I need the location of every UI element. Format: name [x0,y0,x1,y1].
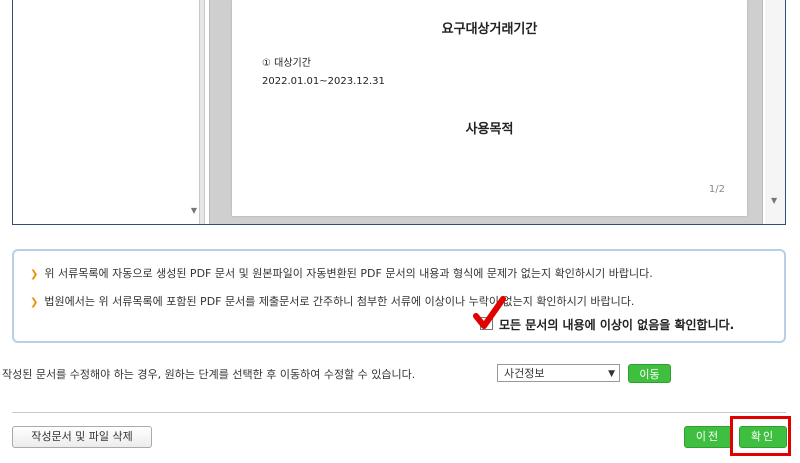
document-list-panel[interactable]: ▼ [13,0,199,224]
period-value: 2022.01.01~2023.12.31 [262,76,385,87]
scroll-down-arrow-icon[interactable]: ▼ [771,196,777,205]
confirm-checkbox-row[interactable]: 모든 문서의 내용에 이상이 없음을 확인합니다. [473,296,734,333]
move-button[interactable]: 이동 [628,364,671,383]
confirm-checkbox-label[interactable]: 모든 문서의 내용에 이상이 없음을 확인합니다. [499,318,734,332]
delete-documents-button[interactable]: 작성문서 및 파일 삭제 [12,426,152,448]
red-checkmark-icon [473,296,506,329]
panel-splitter[interactable] [199,0,205,224]
edit-instruction: 작성된 문서를 수정해야 하는 경우, 원하는 단계를 선택한 후 이동하여 수… [2,368,416,381]
confirm-checkbox[interactable] [473,296,506,330]
chevron-down-icon: ❯ [30,297,39,308]
viewer-scrollbar[interactable]: ▼ [765,0,785,224]
footer-divider [12,412,786,413]
pdf-page: 요구대상거래기간 ① 대상기간 2022.01.01~2023.12.31 사용… [232,0,747,216]
heading-transaction-period: 요구대상거래기간 [441,22,538,37]
step-select[interactable]: 사건정보 ▼ [497,364,620,382]
step-select-value: 사건정보 [504,367,545,380]
period-item-label: ① 대상기간 [262,58,311,69]
notice-text-2: 법원에서는 위 서류목록에 포함된 PDF 문서를 제출문서로 간주하니 첨부한… [44,295,635,308]
page-indicator: 1/2 [708,184,725,195]
previous-button[interactable]: 이전 [684,426,732,448]
notice-line-1: ❯ 위 서류목록에 자동으로 생성된 PDF 문서 및 원본파일이 자동변환된 P… [30,265,653,281]
notice-line-2: ❯ 법원에서는 위 서류목록에 포함된 PDF 문서를 제출문서로 간주하니 첨부… [30,293,634,309]
notice-text-1: 위 서류목록에 자동으로 생성된 PDF 문서 및 원본파일이 자동변환된 PD… [44,267,653,280]
scroll-down-arrow-icon[interactable]: ▼ [189,206,199,216]
confirm-button[interactable]: 확인 [739,426,787,448]
document-preview-frame: ▼ 요구대상거래기간 ① 대상기간 2022.01.01~2023.12.31 … [12,0,786,225]
confirmation-box: ❯ 위 서류목록에 자동으로 생성된 PDF 문서 및 원본파일이 자동변환된 P… [12,249,786,343]
heading-usage-purpose: 사용목적 [465,122,514,137]
chevron-down-icon: ❯ [30,269,39,280]
chevron-down-icon: ▼ [608,369,615,379]
pdf-viewer: 요구대상거래기간 ① 대상기간 2022.01.01~2023.12.31 사용… [209,0,763,224]
